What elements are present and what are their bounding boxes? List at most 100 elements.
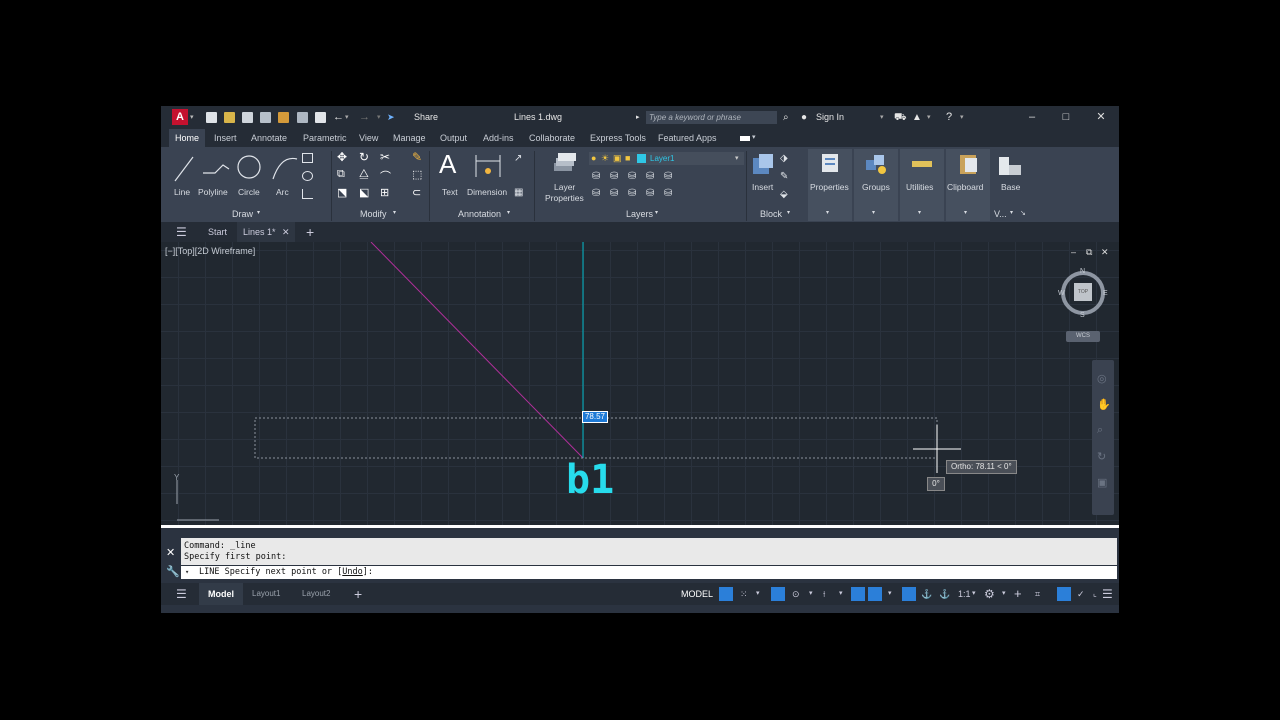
new-layout-icon[interactable]: + (354, 583, 362, 605)
redo-dropdown-icon[interactable]: ▾ (377, 106, 381, 129)
mirror-icon[interactable]: ⧋ (359, 168, 369, 181)
save-icon[interactable] (242, 112, 253, 123)
sign-in-dropdown-icon[interactable]: ▾ (880, 106, 884, 129)
drawing-canvas[interactable]: [−][Top][2D Wireframe] Y 78.57 Ortho: 78… (161, 242, 1119, 525)
view-panel-title[interactable]: V... (994, 209, 1007, 219)
undo-option[interactable]: Undo (342, 567, 362, 577)
modify-panel-dropdown-icon[interactable]: ▾ (393, 209, 396, 216)
cart-icon[interactable]: ⛟ (894, 106, 907, 129)
autodesk-a360-icon[interactable]: ▲ (912, 106, 922, 129)
plot-icon[interactable] (315, 112, 326, 123)
layer-tool-icon[interactable]: ⛁ (610, 188, 618, 199)
redo-icon[interactable]: → (359, 106, 370, 129)
edit-block-icon[interactable]: ✎ (780, 171, 788, 182)
ellipse-icon[interactable] (302, 171, 313, 181)
steering-wheel-icon[interactable]: ◎ (1097, 372, 1107, 385)
layer-on-icon[interactable]: ● (591, 152, 596, 165)
block-panel-title[interactable]: Block (760, 209, 782, 219)
workspace-gear-icon[interactable]: ⚙ (984, 583, 995, 605)
create-block-icon[interactable]: ⬗ (780, 153, 788, 164)
auto-scale-icon[interactable]: ⚓ (921, 583, 932, 605)
search-icon[interactable]: ⌕ (783, 106, 789, 129)
object-snap-dropdown-icon[interactable]: ▾ (888, 583, 892, 605)
tab-start[interactable]: Start (208, 222, 227, 242)
tab-output[interactable]: Output (440, 129, 467, 147)
maximize-button[interactable]: □ (1051, 106, 1081, 129)
properties-panel[interactable]: Properties ▾ (808, 149, 852, 221)
object-snap-icon[interactable] (868, 587, 882, 601)
compass-north[interactable]: N (1080, 268, 1085, 275)
annotation-monitor-icon[interactable]: + (1014, 583, 1022, 605)
polyline-tool-button[interactable]: Polyline (198, 187, 228, 197)
isolate-objects-icon[interactable]: ✓ (1077, 583, 1085, 605)
close-button[interactable]: ✕ (1086, 106, 1116, 129)
viewport-close-icon[interactable]: ✕ (1101, 247, 1109, 258)
quick-properties-icon[interactable] (1057, 587, 1071, 601)
object-snap-tracking-icon[interactable] (851, 587, 865, 601)
annotation-panel-dropdown-icon[interactable]: ▾ (507, 209, 510, 216)
move-icon[interactable]: ✥ (337, 150, 347, 164)
layout-list-icon[interactable]: ☰ (176, 583, 187, 605)
tab-lines-1[interactable]: Lines 1* ✕ (237, 222, 295, 242)
tab-insert[interactable]: Insert (214, 129, 237, 147)
groups-panel[interactable]: Groups ▾ (854, 149, 898, 221)
share-icon[interactable]: ➤ (387, 106, 395, 129)
hamburger-menu-icon[interactable]: ☰ (176, 222, 187, 242)
layer-tool-icon[interactable]: ⛁ (646, 171, 654, 182)
layer-lock-icon[interactable]: ▣ (613, 152, 622, 165)
clean-screen-icon[interactable]: ⌞ (1093, 583, 1097, 605)
command-input[interactable]: ▾ LINE Specify next point or [Undo]: (181, 566, 1117, 579)
close-tab-icon[interactable]: ✕ (282, 222, 290, 242)
layer-properties-icon[interactable] (552, 153, 576, 175)
layer-freeze-icon[interactable]: ☀ (601, 152, 609, 165)
minimize-button[interactable]: – (1017, 106, 1047, 129)
app-menu-arrow-icon[interactable]: ▾ (190, 106, 194, 129)
annotation-visibility-icon[interactable] (902, 587, 916, 601)
block-attribute-icon[interactable]: ⬙ (780, 189, 788, 200)
tab-add-ins[interactable]: Add-ins (483, 129, 514, 147)
base-view-button[interactable]: Base (1001, 182, 1020, 192)
dimension-tool-button[interactable]: Dimension (467, 187, 507, 197)
view-panel-dropdown-icon[interactable]: ▾ (1010, 209, 1013, 216)
text-tool-button[interactable]: Text (442, 187, 458, 197)
block-panel-dropdown-icon[interactable]: ▾ (787, 209, 790, 216)
tab-home[interactable]: Home (169, 129, 206, 147)
help-dropdown-icon[interactable]: ▾ (960, 106, 964, 129)
tab-featured-apps[interactable]: Featured Apps (658, 129, 717, 147)
layer-dropdown[interactable]: ● ☀ ▣ ■ Layer1 ▾ (589, 152, 744, 165)
tab-collaborate[interactable]: Collaborate (529, 129, 575, 147)
hatch-icon[interactable] (302, 189, 313, 199)
search-input[interactable]: Type a keyword or phrase (646, 111, 777, 124)
isometric-dropdown-icon[interactable]: ▾ (839, 583, 843, 605)
ribbon-toggle-icon[interactable] (740, 136, 750, 141)
recent-commands-dropdown-icon[interactable]: ▾ (185, 566, 189, 579)
polar-dropdown-icon[interactable]: ▾ (809, 583, 813, 605)
annotation-scale-value[interactable]: 1:1 (958, 583, 971, 605)
showmotion-icon[interactable]: ▣ (1097, 476, 1107, 489)
rectangle-icon[interactable] (302, 153, 313, 163)
panel-launcher-icon[interactable]: ↘ (1020, 209, 1026, 217)
fillet-icon[interactable]: ⌒ (380, 168, 391, 184)
compass-east[interactable]: E (1103, 290, 1108, 297)
open-file-icon[interactable] (224, 112, 235, 123)
snap-mode-icon[interactable]: ⁙ (740, 583, 748, 605)
dynamic-length-input[interactable]: 78.57 (582, 411, 608, 423)
layer-tool-icon[interactable]: ⛁ (592, 171, 600, 182)
tab-view[interactable]: View (359, 129, 378, 147)
erase-icon[interactable]: ✎ (412, 150, 422, 164)
app-menu-button[interactable]: A (172, 109, 188, 125)
utilities-panel[interactable]: Utilities ▾ (900, 149, 944, 221)
zoom-extents-icon[interactable]: ⌕ (1097, 424, 1103, 437)
orbit-icon[interactable]: ↻ (1097, 450, 1106, 463)
layer-tool-icon[interactable]: ⛁ (646, 188, 654, 199)
layer-tool-icon[interactable]: ⛁ (610, 171, 618, 182)
layer-tool-icon[interactable]: ⛁ (628, 171, 636, 182)
layer-properties-label-2[interactable]: Properties (545, 193, 584, 203)
tab-parametric[interactable]: Parametric (303, 129, 347, 147)
command-close-icon[interactable]: ✕ (166, 546, 175, 559)
open-web-icon[interactable] (278, 112, 289, 123)
table-icon[interactable]: ▦ (514, 187, 523, 198)
copy-icon[interactable]: ⧉ (337, 168, 345, 181)
insert-block-icon[interactable] (751, 152, 777, 178)
ortho-mode-icon[interactable] (771, 587, 785, 601)
